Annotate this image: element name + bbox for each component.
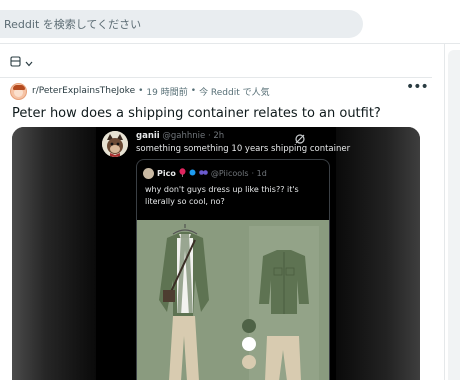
view-mode-toggle[interactable] <box>10 52 38 70</box>
quoted-author-handle: @Piicools <box>210 169 249 178</box>
meta-separator: • <box>190 86 197 96</box>
top-bar <box>0 0 460 44</box>
tweet-author-handle: @gahhnie <box>162 131 206 141</box>
post-time: 19 時間前 <box>146 87 188 98</box>
purple-icon <box>199 169 208 178</box>
post-title[interactable]: Peter how does a shipping container rela… <box>12 106 432 121</box>
tweet-author-name: ganii <box>136 131 160 141</box>
card-view-icon <box>10 52 21 71</box>
meta-separator: • <box>138 86 144 96</box>
tweet-avatar <box>102 131 128 157</box>
post-media[interactable]: ganii @gahhnie · 2h something something … <box>12 127 420 380</box>
search-bar[interactable] <box>0 10 363 38</box>
post-meta: r/PeterExplainsTheJoke • 19 時間前 • 今 Redd… <box>10 82 270 100</box>
more-options-icon[interactable]: ••• <box>406 80 429 98</box>
popular-label: 今 Reddit で人気 <box>199 87 270 98</box>
quoted-tweet-time: · 1d <box>251 169 267 178</box>
balloon-icon <box>179 168 186 179</box>
search-input[interactable] <box>4 15 344 33</box>
feed-divider <box>0 77 432 78</box>
tweet-screenshot: ganii @gahhnie · 2h something something … <box>96 127 350 380</box>
chevron-down-icon <box>25 52 33 71</box>
media-blur-right <box>336 127 420 380</box>
tweet-text: something something 10 years shipping co… <box>136 144 351 154</box>
quoted-tweet-header: Pico @Piicools · 1d <box>143 168 267 179</box>
quoted-author-name: Pico <box>157 169 176 178</box>
grok-icon <box>294 130 306 144</box>
quoted-avatar <box>143 168 154 179</box>
blue-dot-icon <box>189 169 196 178</box>
right-rail-panel <box>448 50 460 380</box>
subreddit-link[interactable]: r/PeterExplainsTheJoke <box>32 86 135 96</box>
quoted-tweet: Pico @Piicools · 1d why don't guys dress… <box>136 159 330 380</box>
outfit-photo <box>137 220 329 380</box>
subreddit-avatar[interactable] <box>10 82 27 100</box>
tweet-header: ganii @gahhnie · 2h <box>136 131 224 141</box>
quoted-tweet-text: why don't guys dress up like this?? it's… <box>145 185 299 206</box>
media-blur-left <box>12 127 96 380</box>
tweet-time: · 2h <box>207 131 225 141</box>
